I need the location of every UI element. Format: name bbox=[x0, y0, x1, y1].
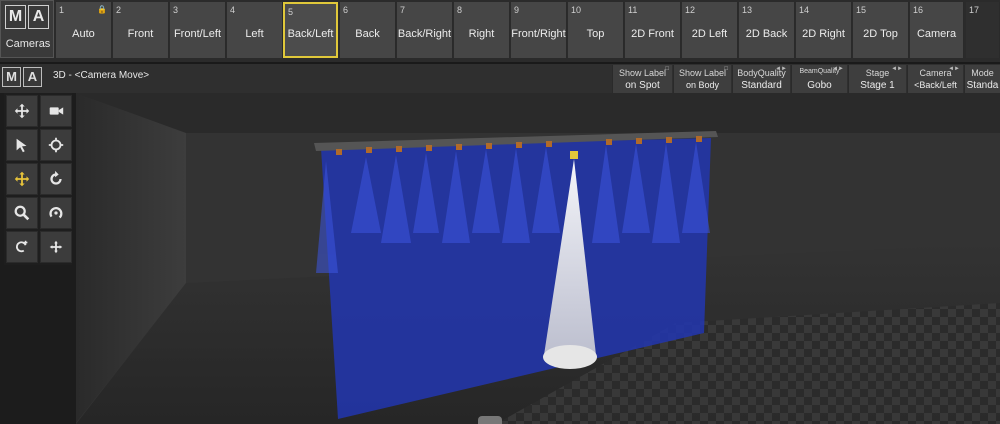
show-label-on-spot-button[interactable]: □ Show Label on Spot bbox=[612, 65, 672, 93]
camera-number: 2 bbox=[116, 5, 122, 15]
camera-button-top[interactable]: 10 Top bbox=[568, 2, 624, 58]
pool-caption: Cameras bbox=[5, 38, 51, 50]
camera-number: 15 bbox=[856, 5, 867, 15]
option-name: BeamQuality bbox=[799, 68, 840, 75]
camera-button-back[interactable]: 6 Back bbox=[340, 2, 396, 58]
logo-letter-m: M bbox=[2, 67, 21, 87]
video-camera-icon[interactable] bbox=[40, 95, 72, 127]
resize-handle[interactable] bbox=[478, 416, 502, 424]
pan-move-icon[interactable] bbox=[6, 163, 38, 195]
camera-button-2d-back[interactable]: 13 2D Back bbox=[739, 2, 795, 58]
option-name: BodyQuality bbox=[737, 68, 786, 78]
lock-icon: 🔒 bbox=[97, 5, 107, 14]
beam-quality-button[interactable]: ◄► BeamQuality Gobo bbox=[791, 65, 847, 93]
spot-pool bbox=[543, 345, 597, 369]
camera-number: 14 bbox=[799, 5, 810, 15]
stage-render bbox=[76, 93, 1000, 424]
crosshair-icon[interactable] bbox=[40, 129, 72, 161]
camera-button-right[interactable]: 8 Right bbox=[454, 2, 510, 58]
camera-label: Camera bbox=[916, 28, 957, 40]
camera-button-back-right[interactable]: 7 Back/Right bbox=[397, 2, 453, 58]
camera-label: Back/Left bbox=[287, 28, 334, 40]
option-value: on Body bbox=[685, 80, 720, 90]
camera-button-front[interactable]: 2 Front bbox=[113, 2, 169, 58]
camera-number: 11 bbox=[628, 5, 638, 15]
move-cross-icon[interactable] bbox=[6, 95, 38, 127]
option-name: Camera bbox=[919, 68, 952, 78]
camera-select-button[interactable]: ◄► Camera <Back/Left bbox=[907, 65, 963, 93]
view-title: 3D - <Camera Move> bbox=[53, 70, 150, 81]
option-name: Stage bbox=[865, 68, 890, 78]
logo-letter-a: A bbox=[23, 67, 42, 87]
camera-label: Back/Right bbox=[397, 28, 452, 40]
camera-number: 6 bbox=[343, 5, 349, 15]
option-name: Mode bbox=[971, 68, 994, 78]
show-label-on-body-button[interactable]: □ Show Label on Body bbox=[673, 65, 731, 93]
camera-button-2d-top[interactable]: 15 2D Top bbox=[853, 2, 909, 58]
camera-label: Front/Right bbox=[511, 28, 566, 40]
option-value: Stage 1 bbox=[860, 80, 895, 91]
camera-pool-bar: M A Cameras 1 🔒 Auto 2 Front 3 Front/Lef… bbox=[0, 0, 1000, 62]
camera-label: Front/Left bbox=[173, 28, 222, 40]
zoom-icon[interactable] bbox=[6, 197, 38, 229]
room-ceiling bbox=[76, 93, 1000, 133]
camera-number: 16 bbox=[913, 5, 924, 15]
camera-label: Left bbox=[245, 28, 264, 40]
camera-label: 2D Left bbox=[691, 28, 728, 40]
option-name: Show Label bbox=[678, 68, 727, 78]
camera-label: Right bbox=[468, 28, 495, 40]
rotate-icon[interactable] bbox=[40, 163, 72, 195]
option-value: on Spot bbox=[625, 80, 660, 91]
orbit-icon[interactable] bbox=[40, 197, 72, 229]
dolly-icon[interactable] bbox=[40, 231, 72, 263]
logo-letter-a: A bbox=[28, 5, 49, 29]
option-name: Show Label bbox=[618, 68, 667, 78]
camera-label: 2D Top bbox=[863, 28, 898, 40]
camera-button-back-left[interactable]: 5 Back/Left bbox=[283, 2, 338, 58]
option-value: Standa bbox=[966, 80, 999, 91]
rotate-move-icon[interactable] bbox=[6, 231, 38, 263]
camera-number: 4 bbox=[230, 5, 236, 15]
camera-number: 3 bbox=[173, 5, 179, 15]
camera-button-auto[interactable]: 1 🔒 Auto bbox=[56, 2, 112, 58]
camera-button-empty[interactable]: 17 bbox=[966, 2, 1000, 58]
camera-button-front-left[interactable]: 3 Front/Left bbox=[170, 2, 226, 58]
logo-letter-m: M bbox=[5, 5, 26, 29]
option-value: <Back/Left bbox=[914, 80, 957, 90]
camera-label: 2D Back bbox=[745, 28, 788, 40]
body-quality-button[interactable]: ◄► BodyQuality Standard bbox=[732, 65, 790, 93]
camera-button-2d-left[interactable]: 12 2D Left bbox=[682, 2, 738, 58]
ma-logo: M A bbox=[5, 5, 49, 29]
camera-button-left[interactable]: 4 Left bbox=[227, 2, 283, 58]
camera-button-front-right[interactable]: 9 Front/Right bbox=[511, 2, 567, 58]
cameras-pool-tile[interactable]: M A Cameras bbox=[0, 0, 54, 58]
camera-number: 9 bbox=[514, 5, 520, 15]
mode-button[interactable]: Mode Standa bbox=[964, 65, 1000, 93]
camera-number: 8 bbox=[457, 5, 463, 15]
camera-button-2d-right[interactable]: 14 2D Right bbox=[796, 2, 852, 58]
camera-number: 10 bbox=[571, 5, 582, 15]
camera-label: 2D Right bbox=[802, 28, 845, 40]
camera-button-2d-front[interactable]: 11 2D Front bbox=[625, 2, 681, 58]
camera-number: 12 bbox=[685, 5, 696, 15]
camera-number: 17 bbox=[969, 5, 980, 15]
camera-label: Front bbox=[127, 28, 154, 40]
camera-number: 5 bbox=[288, 7, 294, 17]
camera-button-camera[interactable]: 16 Camera bbox=[910, 2, 964, 58]
ma-logo-small[interactable]: M A bbox=[2, 67, 42, 87]
camera-label: 2D Front bbox=[631, 28, 674, 40]
stage-button[interactable]: ◄► Stage Stage 1 bbox=[848, 65, 906, 93]
select-arrow-icon[interactable] bbox=[6, 129, 38, 161]
option-value: Gobo bbox=[807, 80, 832, 91]
camera-number: 13 bbox=[742, 5, 753, 15]
3d-viewport[interactable] bbox=[76, 93, 1000, 424]
camera-label: Top bbox=[586, 28, 605, 40]
camera-number: 1 bbox=[59, 5, 65, 15]
camera-toolbox bbox=[4, 93, 72, 265]
camera-label: Back bbox=[355, 28, 380, 40]
selected-fixture[interactable] bbox=[570, 151, 578, 159]
camera-label: Auto bbox=[72, 28, 95, 40]
option-value: Standard bbox=[741, 80, 782, 91]
camera-number: 7 bbox=[400, 5, 406, 15]
